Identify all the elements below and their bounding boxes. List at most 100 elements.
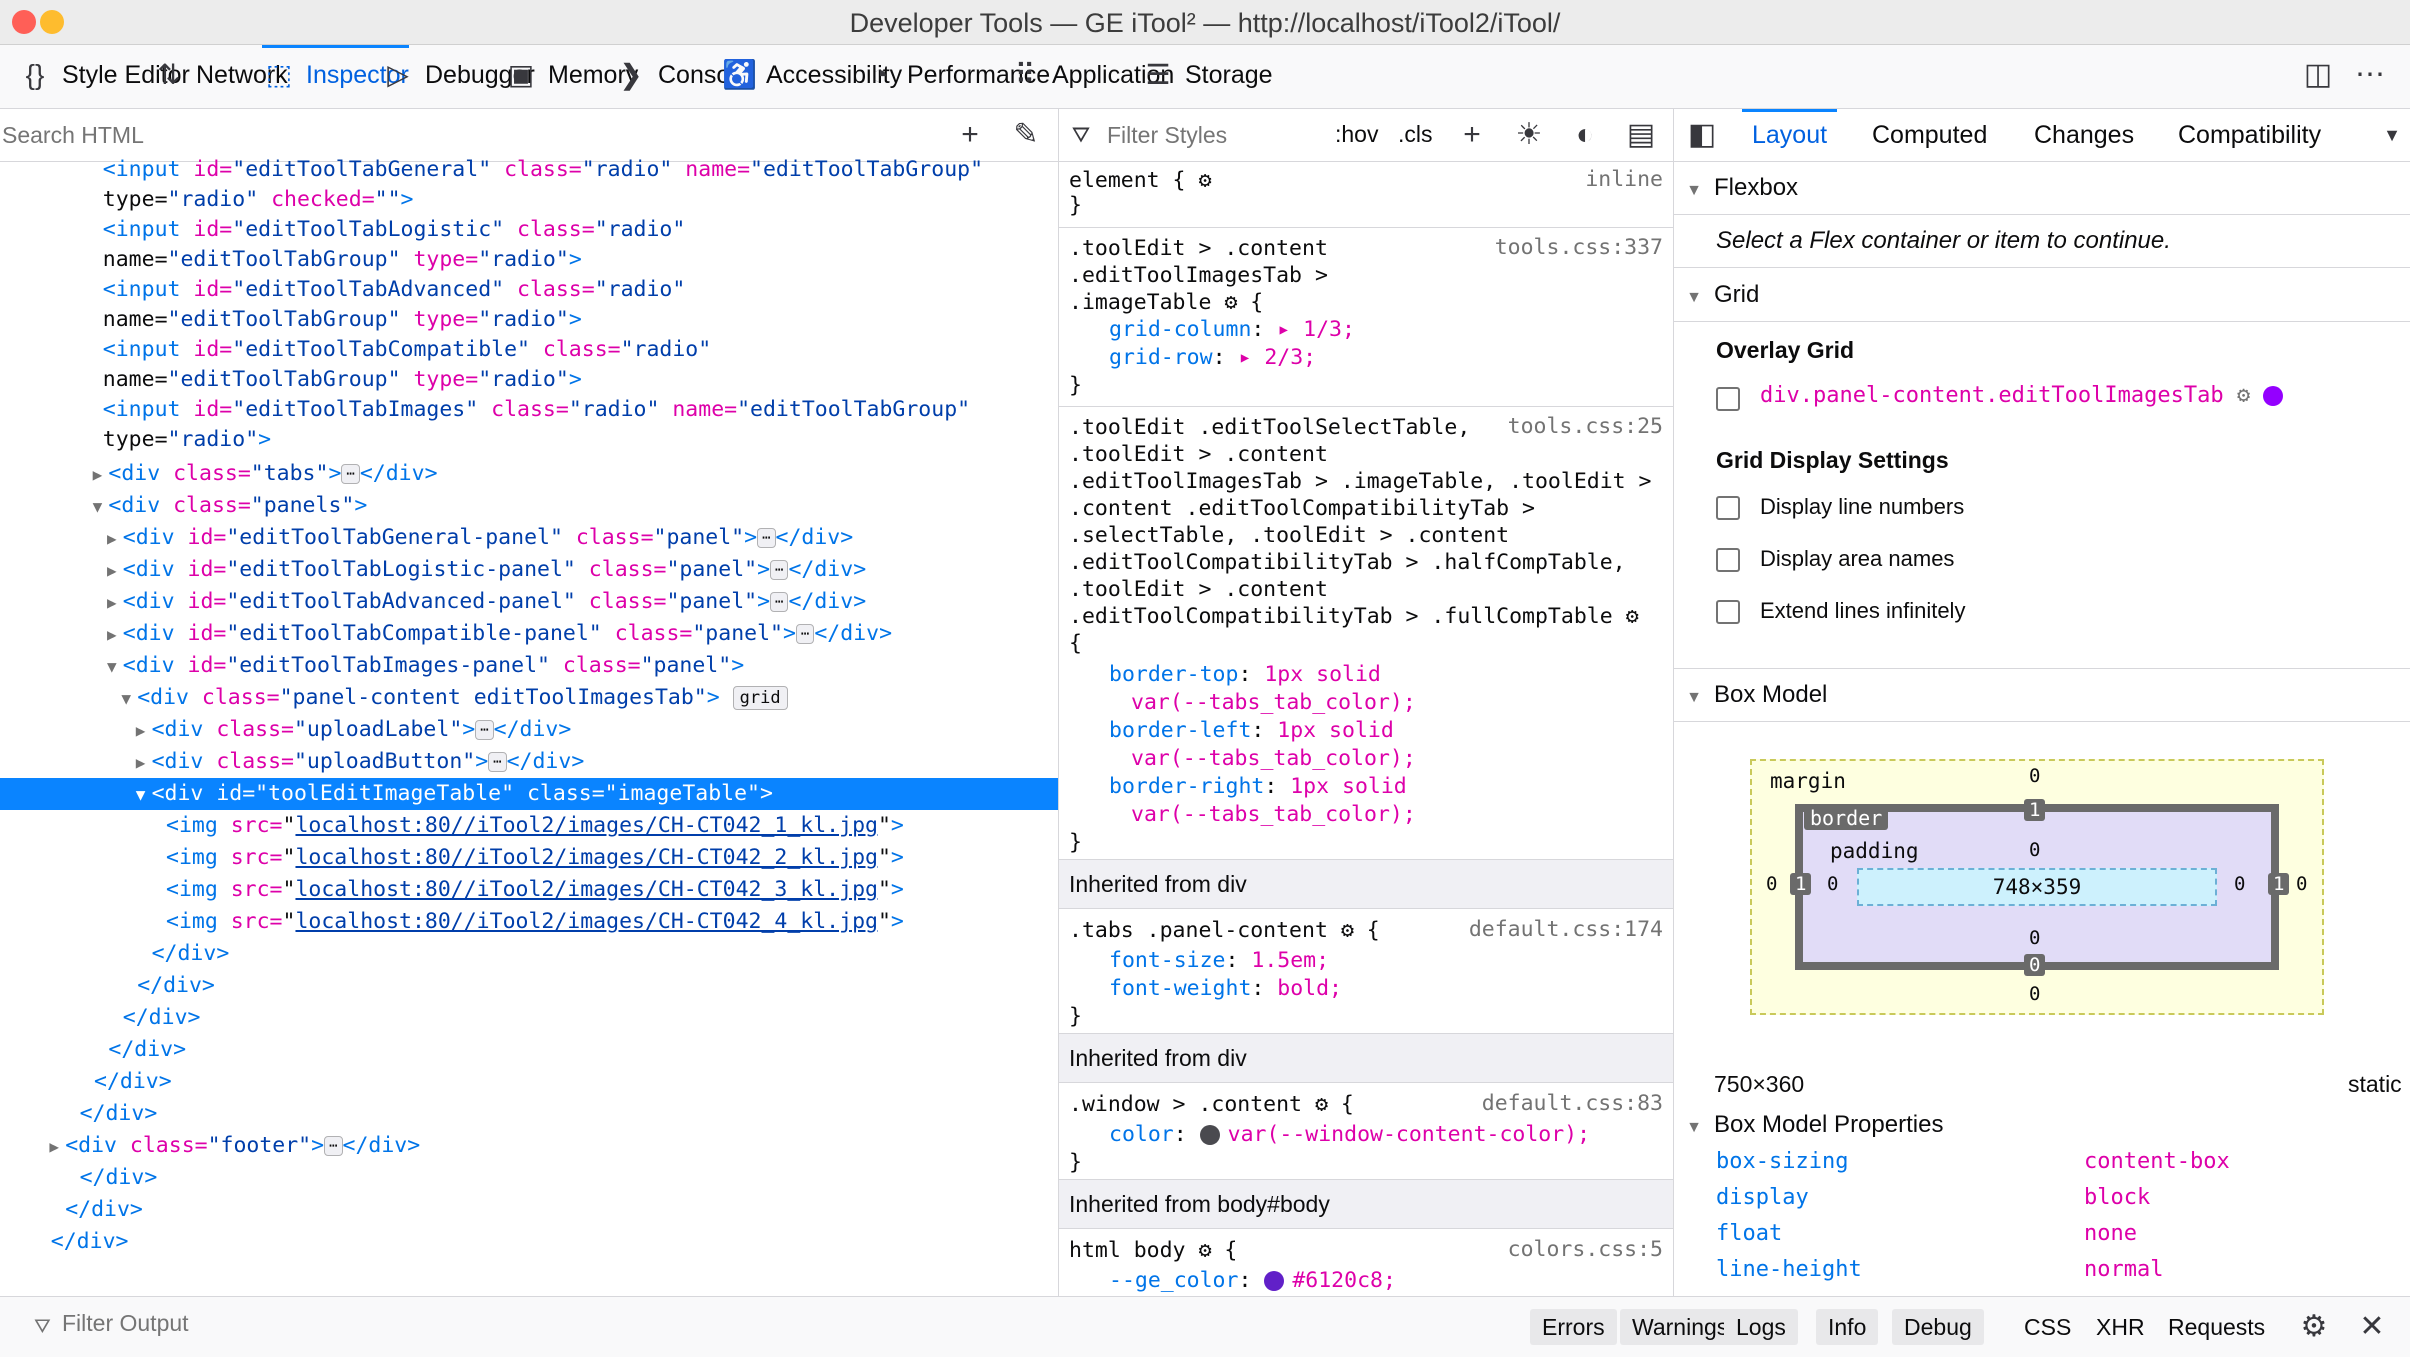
property-name[interactable]: border-right — [1109, 774, 1264, 799]
element-rule-selector[interactable]: element { ⚙ — [1069, 167, 1663, 195]
collapsed-ellipsis[interactable]: ⋯ — [770, 560, 789, 580]
grid-setting-label[interactable]: Display line numbers — [1760, 494, 1964, 520]
sidebar-tab-compatibility[interactable]: Compatibility — [2178, 109, 2321, 161]
console-filter-warnings[interactable]: Warnings — [1620, 1309, 1741, 1345]
markup-node[interactable]: ▶ <div class="uploadButton"> ⋯ </div> — [0, 746, 1058, 778]
rule-selector[interactable]: .toolEdit .editToolSelectTable, — [1069, 414, 1523, 442]
property-value[interactable]: var(--tabs_tab_color); — [1131, 802, 1416, 827]
declaration[interactable]: border-left: 1px solid — [1069, 717, 1663, 745]
markup-node[interactable]: </div> — [0, 1226, 1058, 1258]
declaration[interactable]: var(--tabs_tab_color); — [1069, 801, 1663, 829]
property-value[interactable]: bold; — [1277, 976, 1342, 1001]
declaration[interactable]: --ge_color: #6120c8; — [1069, 1267, 1663, 1295]
markup-line[interactable]: type="radio" checked=""> — [0, 185, 1058, 215]
close-split-console-icon[interactable]: ✕ — [2354, 1309, 2390, 1345]
cls-toggle[interactable]: .cls — [1398, 121, 1433, 148]
property-value[interactable]: #6120c8; — [1292, 1268, 1396, 1293]
rule-source-link[interactable]: inline — [1585, 167, 1663, 192]
grid-setting-label[interactable]: Extend lines infinitely — [1760, 598, 1965, 624]
overlay-grid-item[interactable]: div.panel-content.editToolImagesTab ⚙ — [1760, 383, 2284, 408]
box-model-content[interactable]: 748×359 — [1857, 868, 2217, 906]
console-filter-css[interactable]: CSS — [2024, 1309, 2071, 1345]
declaration[interactable]: font-weight: bold; — [1069, 975, 1663, 1003]
markup-node[interactable]: <img src="localhost:80//iTool2/images/CH… — [0, 842, 1058, 874]
markup-line[interactable]: <input id="editToolTabGeneral" class="ra… — [0, 155, 1058, 185]
property-name[interactable]: grid-column — [1109, 317, 1251, 342]
grid-badge[interactable]: grid — [732, 686, 788, 710]
color-swatch[interactable] — [1199, 1125, 1220, 1145]
markup-node[interactable]: ▼ <div class="panels"> — [0, 490, 1058, 522]
declaration[interactable]: grid-row: ▸ 2/3; — [1069, 344, 1663, 372]
padding-bottom[interactable]: 0 — [2029, 927, 2040, 949]
grid-setting-checkbox[interactable] — [1716, 600, 1740, 624]
expand-arrow-icon[interactable]: ▶ — [130, 747, 152, 779]
eyedropper-icon[interactable]: ✎ — [1008, 117, 1044, 153]
box-model-properties-header[interactable]: ▼ Box Model Properties — [1674, 1099, 2410, 1151]
expand-arrow-icon[interactable]: ▶ — [101, 587, 123, 619]
sidebar-tab-computed[interactable]: Computed — [1872, 109, 1987, 161]
rule-source-link[interactable]: tools.css:25 — [1508, 414, 1663, 439]
tab-storage[interactable]: ☰ Storage — [1141, 45, 1272, 105]
console-filter-errors[interactable]: Errors — [1530, 1309, 1617, 1345]
markup-node[interactable]: ▶ <div class="footer"> ⋯ </div> — [0, 1130, 1058, 1162]
filter-styles-input[interactable] — [1105, 121, 1349, 150]
markup-line[interactable]: <input id="editToolTabLogistic" class="r… — [0, 215, 1058, 245]
declaration[interactable]: font-size: 1.5em; — [1069, 947, 1663, 975]
collapsed-ellipsis[interactable]: ⋯ — [475, 720, 494, 740]
add-node-icon[interactable]: + — [952, 117, 988, 153]
image-src-link[interactable]: localhost:80//iTool2/images/CH-CT042_3_k… — [295, 877, 877, 902]
rule-source-link[interactable]: default.css:174 — [1469, 917, 1663, 942]
collapse-arrow-icon[interactable]: ▼ — [101, 651, 123, 683]
margin-right[interactable]: 0 — [2296, 873, 2307, 895]
markup-line[interactable]: name="editToolTabGroup" type="radio"> — [0, 305, 1058, 335]
console-filter-debug[interactable]: Debug — [1892, 1309, 1984, 1345]
markup-node[interactable]: </div> — [0, 1194, 1058, 1226]
grid-setting-checkbox[interactable] — [1716, 496, 1740, 520]
markup-node[interactable]: </div> — [0, 1098, 1058, 1130]
collapse-arrow-icon[interactable]: ▼ — [115, 683, 137, 715]
grid-setting-checkbox[interactable] — [1716, 548, 1740, 572]
markup-node[interactable]: <img src="localhost:80//iTool2/images/CH… — [0, 874, 1058, 906]
collapsed-ellipsis[interactable]: ⋯ — [488, 752, 507, 772]
margin-left[interactable]: 0 — [1766, 873, 1777, 895]
collapsed-ellipsis[interactable]: ⋯ — [770, 592, 789, 612]
color-swatch[interactable] — [1264, 1271, 1285, 1291]
selected-node[interactable]: ▼ <div id="toolEditImageTable" class="ima… — [0, 778, 1058, 810]
markup-node[interactable]: ▶ <div id="editToolTabAdvanced-panel" cla… — [0, 586, 1058, 618]
sidebar-tab-layout[interactable]: Layout — [1741, 109, 1838, 161]
property-name[interactable]: color — [1109, 1122, 1174, 1147]
console-settings-gear-icon[interactable]: ⚙ — [2296, 1309, 2332, 1345]
image-src-link[interactable]: localhost:80//iTool2/images/CH-CT042_4_k… — [295, 909, 877, 934]
markup-node[interactable]: <img src="localhost:80//iTool2/images/CH… — [0, 906, 1058, 938]
property-value[interactable]: ▸ 2/3; — [1238, 345, 1316, 370]
declaration[interactable]: color: var(--window-content-color); — [1069, 1121, 1663, 1149]
property-name[interactable]: --ge_color — [1109, 1268, 1238, 1293]
markup-node[interactable]: </div> — [0, 1034, 1058, 1066]
property-value[interactable]: 1.5em; — [1251, 948, 1329, 973]
border-right[interactable]: 1 — [2268, 873, 2290, 895]
property-value[interactable]: 1px solid — [1290, 774, 1407, 799]
property-name[interactable]: border-left — [1109, 718, 1251, 743]
markup-node[interactable]: ▼ <div class="panel-content editToolImage… — [0, 682, 1058, 714]
markup-line[interactable]: type="radio"> — [0, 425, 1058, 455]
rule-source-link[interactable]: default.css:83 — [1482, 1091, 1663, 1116]
markup-line[interactable]: name="editToolTabGroup" type="radio"> — [0, 365, 1058, 395]
rule-source-link[interactable]: tools.css:337 — [1495, 235, 1663, 260]
box-model-section-header[interactable]: ▼ Box Model — [1674, 668, 2410, 722]
border-left[interactable]: 1 — [1790, 873, 1812, 895]
expand-arrow-icon[interactable]: ▶ — [130, 715, 152, 747]
grid-setting-label[interactable]: Display area names — [1760, 546, 1954, 572]
rule-selector[interactable]: .editToolCompatibilityTab > .halfCompTab… — [1069, 549, 1663, 577]
markup-line[interactable]: name="editToolTabGroup" type="radio"> — [0, 245, 1058, 275]
console-filter-logs[interactable]: Logs — [1724, 1309, 1798, 1345]
padding-top[interactable]: 0 — [2029, 839, 2040, 861]
add-rule-icon[interactable]: + — [1454, 117, 1490, 153]
dock-side-icon[interactable]: ◫ — [2300, 57, 2336, 93]
expand-arrow-icon[interactable]: ▶ — [101, 619, 123, 651]
markup-node[interactable]: </div> — [0, 970, 1058, 1002]
collapsed-ellipsis[interactable]: ⋯ — [341, 464, 360, 484]
property-value[interactable]: var(--tabs_tab_color); — [1131, 746, 1416, 771]
rule-selector[interactable]: .imageTable ⚙ { — [1069, 289, 1663, 317]
markup-node[interactable]: </div> — [0, 938, 1058, 970]
markup-line[interactable]: <input id="editToolTabAdvanced" class="r… — [0, 275, 1058, 305]
